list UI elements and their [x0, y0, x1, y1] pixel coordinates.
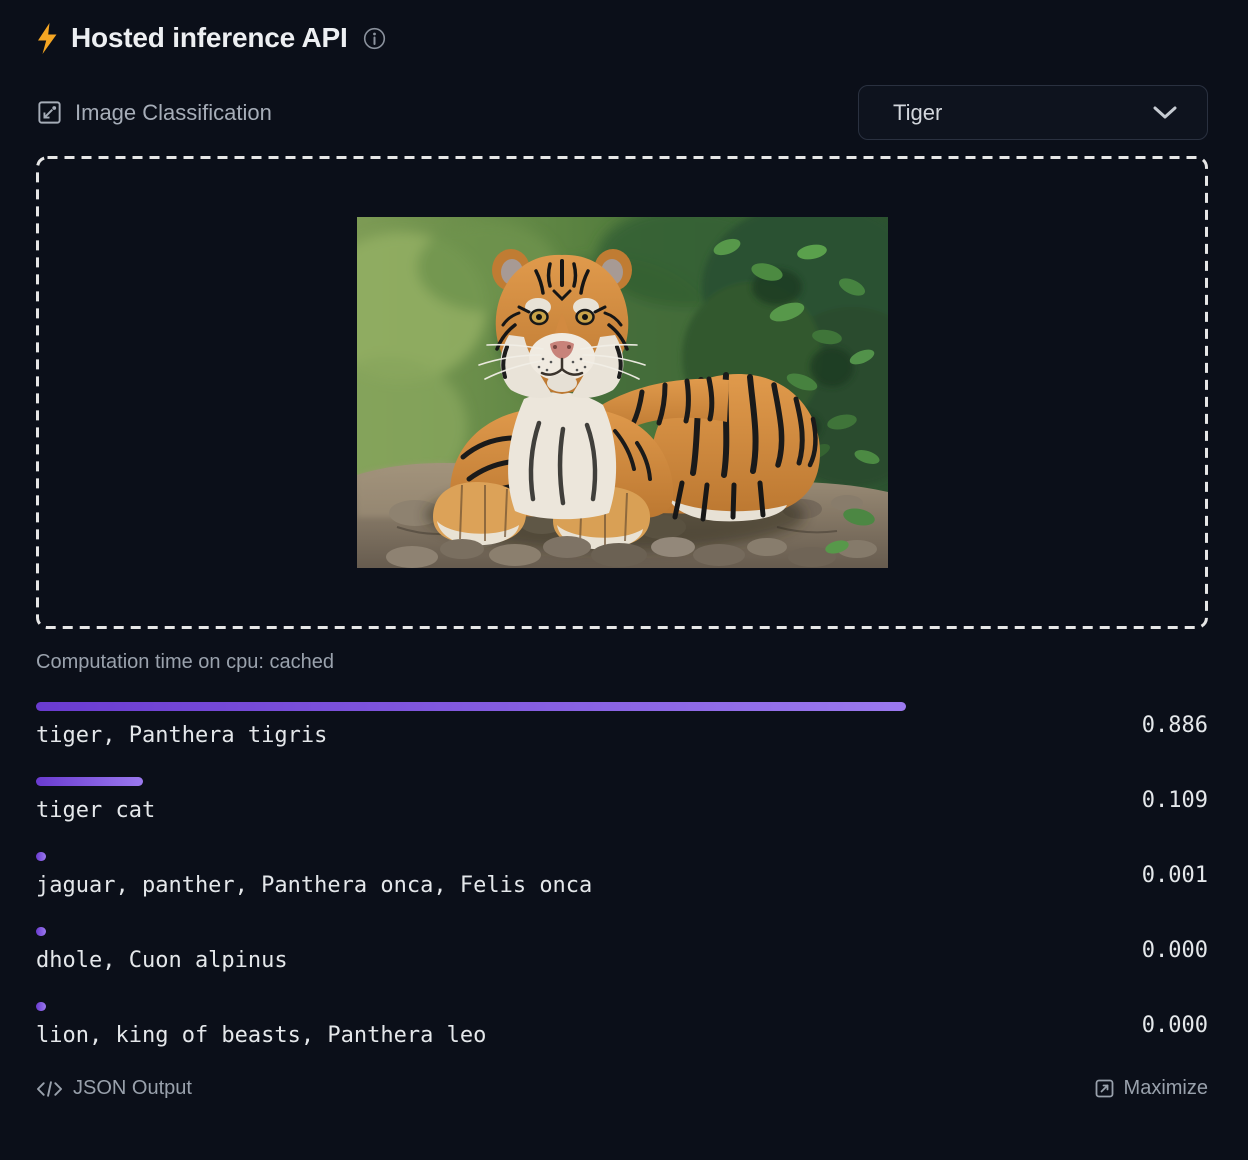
json-output-button[interactable]: JSON Output	[36, 1077, 192, 1100]
lightning-icon	[36, 23, 58, 54]
code-icon	[36, 1081, 63, 1097]
example-select[interactable]: Tiger	[858, 85, 1208, 140]
maximize-button[interactable]: Maximize	[1095, 1077, 1208, 1100]
result-label: lion, king of beasts, Panthera leo	[36, 1023, 1018, 1048]
input-image-tiger	[357, 217, 888, 568]
footer: JSON Output Maximize	[36, 1077, 1208, 1100]
info-icon[interactable]	[363, 27, 386, 50]
image-classification-icon	[36, 99, 63, 126]
result-label: tiger cat	[36, 798, 1018, 823]
score-bar	[36, 1002, 46, 1011]
result-score: 0.001	[1018, 863, 1208, 888]
chevron-down-icon	[1153, 106, 1177, 120]
result-row: jaguar, panther, Panthera onca, Felis on…	[36, 852, 1208, 898]
result-score: 0.000	[1018, 1013, 1208, 1038]
result-label: dhole, Cuon alpinus	[36, 948, 1018, 973]
header: Hosted inference API	[36, 22, 1208, 54]
task-row: Image Classification Tiger	[36, 85, 1208, 140]
result-score: 0.886	[1018, 713, 1208, 738]
task-label-text: Image Classification	[75, 100, 272, 126]
maximize-icon	[1095, 1079, 1114, 1098]
score-bar	[36, 852, 46, 861]
result-row: tiger, Panthera tigris 0.886	[36, 702, 1208, 748]
result-score: 0.109	[1018, 788, 1208, 813]
json-output-label: JSON Output	[73, 1077, 192, 1100]
result-score: 0.000	[1018, 938, 1208, 963]
example-select-value: Tiger	[893, 100, 942, 126]
result-row: lion, king of beasts, Panthera leo 0.000	[36, 1002, 1208, 1048]
image-dropzone[interactable]	[36, 156, 1208, 629]
score-bar	[36, 777, 143, 786]
result-label: jaguar, panther, Panthera onca, Felis on…	[36, 873, 1018, 898]
score-bar	[36, 927, 46, 936]
result-row: dhole, Cuon alpinus 0.000	[36, 927, 1208, 973]
classification-results: tiger, Panthera tigris 0.886 tiger cat 0…	[36, 702, 1208, 1048]
result-row: tiger cat 0.109	[36, 777, 1208, 823]
page-title: Hosted inference API	[71, 22, 348, 54]
score-bar	[36, 702, 906, 711]
task-label: Image Classification	[36, 99, 272, 126]
hosted-inference-widget: Hosted inference API Image Classificatio…	[0, 0, 1248, 1100]
computation-time: Computation time on cpu: cached	[36, 651, 1208, 674]
result-label: tiger, Panthera tigris	[36, 723, 1018, 748]
maximize-label: Maximize	[1124, 1077, 1208, 1100]
